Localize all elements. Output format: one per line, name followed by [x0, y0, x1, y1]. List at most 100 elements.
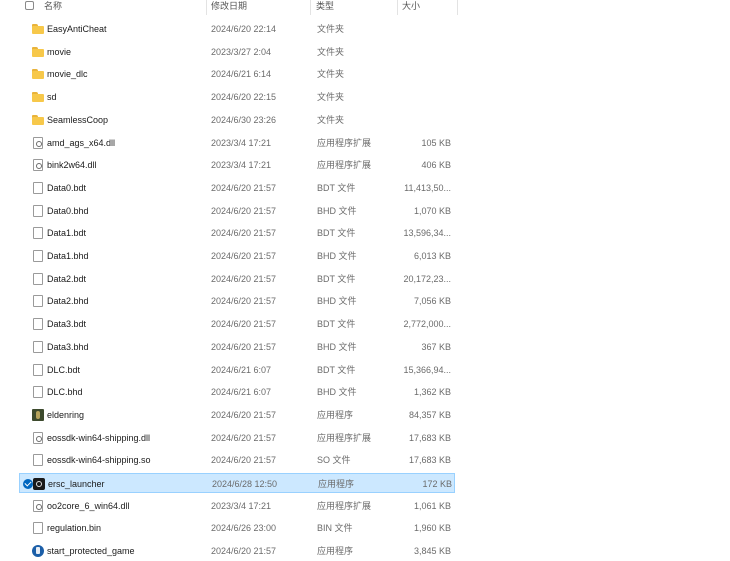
file-icon	[33, 181, 43, 194]
column-header-size[interactable]: 大小	[402, 0, 420, 15]
file-icon	[33, 295, 43, 308]
easyanticheat-app-icon	[32, 545, 44, 558]
row-checkbox[interactable]	[23, 479, 33, 489]
file-modified-date: 2024/6/28 12:50	[212, 479, 278, 489]
column-divider[interactable]	[310, 0, 311, 15]
folder-icon	[32, 46, 44, 58]
file-row[interactable]: regulation.bin 2024/6/26 23:00 BIN 文件 1,960…	[19, 518, 455, 538]
file-size: 1,960 KB	[413, 523, 451, 534]
column-header-name[interactable]: 名称	[44, 0, 62, 15]
file-row[interactable]: bink2w64.dll 2023/3/4 17:21 应用程序扩展 406 KB	[19, 155, 455, 175]
file-size: 6,013 KB	[413, 251, 451, 261]
file-row[interactable]: sd 2024/6/20 22:15 文件夹	[19, 87, 455, 107]
file-modified-date: 2024/6/20 21:57	[211, 296, 277, 307]
file-modified-date: 2024/6/21 6:14	[211, 69, 272, 80]
folder-icon	[32, 68, 44, 80]
file-row[interactable]: Data0.bdt 2024/6/20 21:57 BDT 文件 11,413,50.…	[19, 178, 455, 198]
file-type: BDT 文件	[317, 319, 356, 330]
file-size: 84,357 KB	[408, 409, 451, 420]
eldenring-app-icon	[32, 408, 44, 421]
dll-file-icon	[33, 431, 43, 444]
file-type: BDT 文件	[317, 273, 356, 284]
column-header-date[interactable]: 修改日期	[211, 0, 247, 15]
folder-icon	[32, 91, 44, 103]
file-name: amd_ags_x64.dll	[47, 137, 116, 148]
file-name: SeamlessCoop	[47, 114, 109, 125]
file-row[interactable]: movie 2023/3/27 2:04 文件夹	[19, 42, 455, 62]
file-type: 应用程序扩展	[317, 432, 372, 443]
file-row[interactable]: Data2.bdt 2024/6/20 21:57 BDT 文件 20,172,23.…	[19, 269, 455, 289]
file-row[interactable]: Data3.bhd 2024/6/20 21:57 BHD 文件 367 KB	[19, 337, 455, 357]
column-header-type[interactable]: 类型	[316, 0, 334, 15]
file-type: 应用程序	[317, 546, 354, 557]
file-name: ersc_launcher	[48, 479, 105, 489]
folder-icon	[32, 114, 44, 126]
file-name: Data1.bdt	[47, 228, 87, 239]
file-size: 15,366,94...	[403, 364, 451, 375]
file-row[interactable]: DLC.bhd 2024/6/21 6:07 BHD 文件 1,362 KB	[19, 382, 455, 402]
dll-file-icon	[33, 159, 43, 172]
file-row[interactable]: movie_dlc 2024/6/21 6:14 文件夹	[19, 64, 455, 84]
column-divider[interactable]	[457, 0, 458, 15]
file-type: 文件夹	[317, 114, 345, 125]
select-all-checkbox[interactable]	[25, 1, 34, 10]
file-modified-date: 2024/6/20 22:14	[211, 24, 277, 34]
file-icon	[33, 272, 43, 285]
file-row[interactable]: amd_ags_x64.dll 2023/3/4 17:21 应用程序扩展 105 K…	[19, 133, 455, 153]
file-modified-date: 2024/6/20 21:57	[211, 228, 277, 239]
file-row[interactable]: eossdk-win64-shipping.dll 2024/6/20 21:57…	[19, 428, 455, 448]
file-name: movie_dlc	[47, 69, 88, 80]
file-icon	[33, 363, 43, 376]
file-type: 应用程序	[318, 479, 355, 489]
file-row[interactable]: oo2core_6_win64.dll 2023/3/4 17:21 应用程序扩展 1…	[19, 496, 455, 516]
file-row[interactable]: Data1.bdt 2024/6/20 21:57 BDT 文件 13,596,34.…	[19, 223, 455, 243]
file-icon	[33, 227, 43, 240]
file-modified-date: 2024/6/20 22:15	[211, 92, 277, 103]
file-modified-date: 2024/6/21 6:07	[211, 364, 272, 375]
column-divider[interactable]	[206, 0, 207, 15]
file-row[interactable]: Data0.bhd 2024/6/20 21:57 BHD 文件 1,070 KB	[19, 201, 455, 221]
file-name: movie	[47, 46, 72, 57]
file-row[interactable]: Data1.bhd 2024/6/20 21:57 BHD 文件 6,013 KB	[19, 246, 455, 266]
file-row[interactable]: ersc_launcher 2024/6/28 12:50 应用程序 172 KB	[19, 473, 455, 493]
file-modified-date: 2024/6/20 21:57	[211, 319, 277, 330]
file-row[interactable]: DLC.bdt 2024/6/21 6:07 BDT 文件 15,366,94...	[19, 360, 455, 380]
file-type: 应用程序扩展	[317, 160, 372, 171]
column-divider[interactable]	[397, 0, 398, 15]
file-icon	[33, 386, 43, 399]
file-row[interactable]: Data3.bdt 2024/6/20 21:57 BDT 文件 2,772,000.…	[19, 314, 455, 334]
file-icon	[33, 318, 43, 331]
file-name: Data2.bdt	[47, 273, 87, 284]
file-row[interactable]: eossdk-win64-shipping.so 2024/6/20 21:57 S…	[19, 450, 455, 470]
file-size	[394, 42, 451, 62]
file-row[interactable]: eldenring 2024/6/20 21:57 应用程序 84,357 KB	[19, 405, 455, 425]
file-icon	[33, 454, 43, 467]
file-modified-date: 2023/3/4 17:21	[211, 137, 272, 148]
file-modified-date: 2024/6/20 21:57	[211, 546, 277, 557]
file-name: Data0.bhd	[47, 205, 89, 216]
file-size: 17,683 KB	[408, 455, 451, 466]
file-row[interactable]: SeamlessCoop 2024/6/30 23:26 文件夹	[19, 110, 455, 130]
file-size: 17,683 KB	[408, 432, 451, 443]
file-type: BDT 文件	[317, 228, 356, 239]
file-type: BIN 文件	[317, 523, 353, 534]
file-type: 文件夹	[317, 69, 345, 80]
file-size	[394, 87, 451, 107]
ersc-launcher-app-icon	[33, 478, 45, 490]
file-type: SO 文件	[317, 455, 351, 466]
file-icon	[33, 250, 43, 262]
file-name: DLC.bhd	[47, 387, 83, 398]
file-type: BDT 文件	[317, 182, 356, 193]
file-modified-date: 2024/6/20 21:57	[211, 432, 277, 443]
file-explorer: 名称 修改日期 类型 大小 EasyAntiCheat 2024/6/20 22:…	[0, 0, 730, 561]
file-row[interactable]: start_protected_game 2024/6/20 21:57 应用程序 3…	[19, 541, 455, 561]
file-row[interactable]: EasyAntiCheat 2024/6/20 22:14 文件夹	[19, 19, 455, 39]
file-name: Data3.bhd	[47, 341, 89, 352]
file-name: eldenring	[47, 409, 85, 420]
file-type: BHD 文件	[317, 251, 357, 261]
file-type: BDT 文件	[317, 364, 356, 375]
file-icon	[33, 340, 43, 353]
file-name: Data3.bdt	[47, 319, 87, 330]
file-row[interactable]: Data2.bhd 2024/6/20 21:57 BHD 文件 7,056 KB	[19, 291, 455, 311]
file-name: Data2.bhd	[47, 296, 89, 307]
